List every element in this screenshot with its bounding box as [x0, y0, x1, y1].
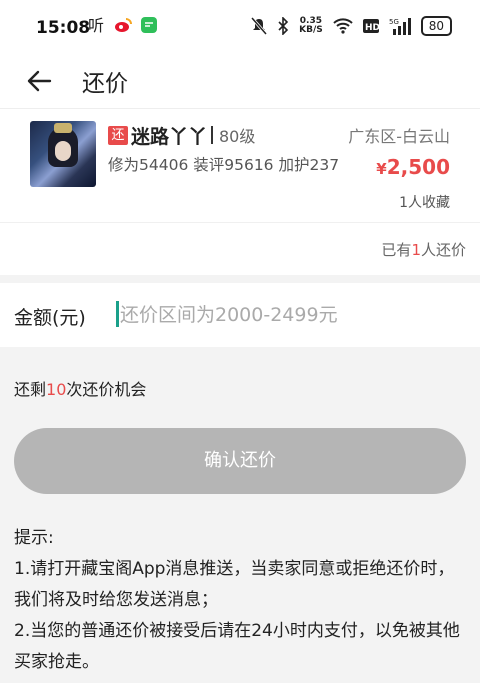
item-card[interactable]: 还 迷路丫丫 80级 修为54406 装评95616 加护237 广东区-白云山… — [0, 109, 480, 223]
character-thumbnail — [30, 121, 96, 187]
network-speed: 0.35 KB/S — [299, 16, 323, 35]
weibo-icon — [114, 16, 132, 34]
battery-indicator: 80 — [420, 16, 452, 36]
item-price: ¥2,500 — [376, 155, 450, 179]
mute-icon — [251, 17, 268, 35]
name-divider — [211, 126, 213, 144]
bluetooth-icon — [277, 17, 289, 35]
wifi-icon — [333, 18, 353, 34]
amount-label: 金额(元) — [14, 307, 86, 329]
amount-input[interactable] — [118, 297, 462, 333]
nav-bar: 还价 — [0, 56, 480, 109]
server-region: 广东区-白云山 — [348, 127, 450, 146]
svg-text:5G: 5G — [389, 18, 399, 26]
signal-icon: 5G — [389, 17, 411, 35]
tips-line-1: 1.请打开藏宝阁App消息推送，当卖家同意或拒绝还价时，我们将及时给您发送消息； — [14, 559, 455, 610]
listen-app-icon: 听 — [88, 16, 106, 34]
character-stats: 修为54406 装评95616 加护237 — [108, 156, 340, 174]
status-time: 15:08 — [36, 18, 91, 38]
favorite-count: 1人收藏 — [399, 195, 450, 211]
page-title: 还价 — [82, 71, 128, 97]
amount-row: 金额(元) — [0, 283, 480, 347]
status-bar: 15:08 听 0.35 KB/S HD 5G 80 — [0, 0, 480, 56]
svg-text:HD: HD — [365, 23, 379, 33]
offer-count-text: 已有1人还价 — [381, 241, 466, 259]
tips-title: 提示: — [14, 528, 54, 548]
back-arrow-icon[interactable] — [26, 68, 52, 94]
offer-count-row: 已有1人还价 — [0, 223, 480, 275]
hd-icon: HD — [362, 19, 379, 33]
tips-line-2: 2.当您的普通还价被接受后请在24小时内支付，以免被其他买家抢走。 — [14, 621, 460, 672]
remaining-offers: 还剩10次还价机会 — [14, 380, 147, 399]
confirm-offer-button[interactable]: 确认还价 — [14, 428, 466, 494]
counter-offer-tag: 还 — [108, 126, 128, 145]
character-level: 80级 — [219, 127, 256, 146]
svg-text:听: 听 — [88, 16, 104, 34]
message-app-icon — [140, 16, 158, 34]
character-name: 迷路丫丫 — [131, 126, 208, 148]
tips-section: 提示: 1.请打开藏宝阁App消息推送，当卖家同意或拒绝还价时，我们将及时给您发… — [14, 523, 470, 678]
